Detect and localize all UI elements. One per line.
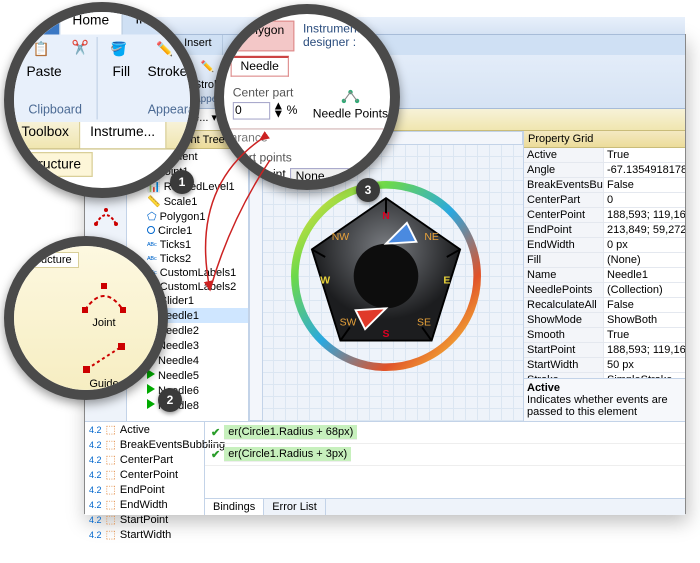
scissors-icon: ✂️ [72,40,89,81]
svg-text:NE: NE [424,232,439,243]
guide-icon [79,341,129,375]
tab-needle[interactable]: Needle [231,56,289,77]
tree-item[interactable]: 📏Scale1 [147,194,248,209]
needle-points-button[interactable]: Needle Points [308,83,392,122]
property-row[interactable]: Angle-67.1354918178100382 [524,163,685,178]
centerpart-input[interactable] [233,101,270,119]
property-row[interactable]: CenterPoint188,593; 119,164 px [524,208,685,223]
compass-instrument[interactable]: N NE E SE S SW W NW [291,181,481,371]
binding-prop[interactable]: 4.2⬚StartPoint [85,512,204,527]
property-row[interactable]: StartWidth50 px [524,358,685,373]
tree-item[interactable]: Circle1 [147,224,248,238]
tree-item[interactable]: Needle5 [147,368,248,383]
svg-text:N: N [382,211,390,222]
property-row[interactable]: BreakEventsBubblingFalse [524,178,685,193]
bindings-list: 4.2⬚Active4.2⬚BreakEventsBubbling4.2⬚Cen… [85,422,205,515]
binding-prop[interactable]: 4.2⬚CenterPoint [85,467,204,482]
property-row[interactable]: EndPoint213,849; 59,272 px [524,223,685,238]
property-row[interactable]: SmoothTrue [524,328,685,343]
check-icon: ✔ [211,448,220,461]
property-header: Property Grid [524,131,685,148]
svg-text:E: E [443,276,450,287]
tab-bindings[interactable]: Bindings [205,499,264,515]
tree-item[interactable]: Needle4 [147,353,248,368]
tree-item[interactable]: ᴬᴮᶜTicks2 [147,252,248,266]
paste-icon: 📋 [33,41,56,64]
tab-polygon[interactable]: Polygon [231,21,295,52]
property-row[interactable]: NeedlePoints(Collection) [524,283,685,298]
property-row[interactable]: StartPoint188,593; 119,164 px [524,343,685,358]
binding-prop[interactable]: 4.2⬚Active [85,422,204,437]
check-icon: ✔ [211,426,220,439]
tree-item[interactable]: ᴬᴮᶜCustomLabels1 [147,266,248,280]
property-row[interactable]: RecalculateAllFalse [524,298,685,313]
tree-item-icon: 📏 [147,195,161,208]
property-grid: Property Grid ActiveTrueAngle-67.1354918… [523,131,685,421]
step-badge-3: 3 [356,178,380,202]
tree-item[interactable]: 📊RangedLevel1 [147,179,248,194]
binding-row[interactable]: ✔er(Circle1.Radius + 68px) [205,422,685,444]
step-badge-2: 2 [158,388,182,412]
tree-item-icon [147,399,155,412]
tree-item[interactable]: ⬠Polygon1 [147,209,248,224]
property-row[interactable]: CenterPart0 [524,193,685,208]
callout-lens-3: Polygon Instrument designer : Needle Cen… [214,4,400,190]
needle-points-icon [338,84,362,106]
binding-prop[interactable]: 4.2⬚BreakEventsBubbling [85,437,204,452]
svg-text:SW: SW [340,317,357,328]
tree-item-icon: ᴬᴮᶜ [147,255,157,264]
binding-prop[interactable]: 4.2⬚EndPoint [85,482,204,497]
spin-down[interactable]: ▼ [272,110,284,118]
svg-text:W: W [320,276,330,287]
tab-errorlist[interactable]: Error List [264,499,326,515]
tree-item-icon [147,225,155,237]
binding-prop[interactable]: 4.2⬚StartWidth [85,527,204,542]
property-row[interactable]: EndWidth0 px [524,238,685,253]
callout-lens-1: File Home Insert 📋Paste ✂️ Clipboard 🪣Fi… [4,2,200,198]
property-description: ActiveIndicates whether events are passe… [524,378,685,421]
bindings-panel: 4.2⬚Active4.2⬚BreakEventsBubbling4.2⬚Cen… [85,421,685,515]
step-badge-1: 1 [170,170,194,194]
tree-item[interactable]: ᴬᴮᶜTicks1 [147,238,248,252]
tree-item-icon: ᴬᴮᶜ [147,241,157,250]
joint-tool-icon[interactable] [92,204,120,228]
property-row[interactable]: NameNeedle1 [524,268,685,283]
tree-item-icon: ⬠ [147,210,157,223]
binding-prop[interactable]: 4.2⬚EndWidth [85,497,204,512]
svg-text:NW: NW [332,232,350,243]
binding-row[interactable]: ✔er(Circle1.Radius + 3px) [205,444,685,466]
binding-prop[interactable]: 4.2⬚CenterPart [85,452,204,467]
svg-text:SE: SE [417,317,431,328]
callout-lens-2: Structure Joint Guide [4,236,168,400]
property-row[interactable]: Fill(None) [524,253,685,268]
tree-item-icon [147,384,155,397]
svg-text:S: S [383,329,390,340]
property-row[interactable]: ShowModeShowBoth [524,313,685,328]
property-row[interactable]: ActiveTrue [524,148,685,163]
bottom-tabs: Bindings Error List [205,498,685,515]
joint-icon [79,280,129,314]
